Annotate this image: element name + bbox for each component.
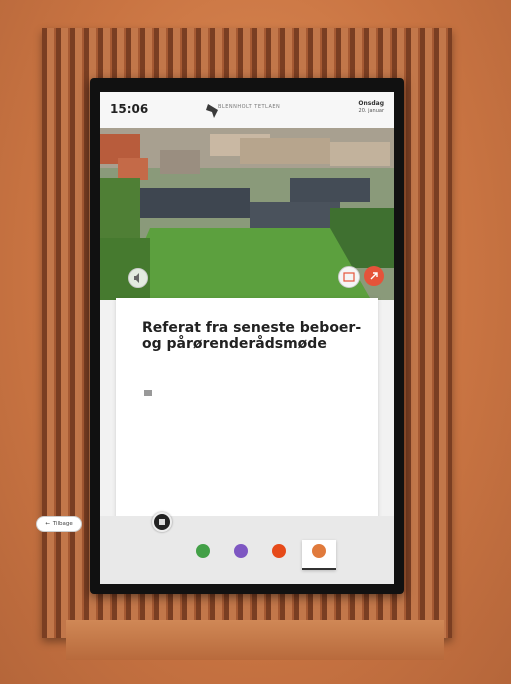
nav-item-1-icon xyxy=(196,544,210,558)
back-button-label: Tilbage xyxy=(52,521,73,527)
image-icon xyxy=(343,272,355,282)
document-icon xyxy=(144,390,152,396)
wooden-ledge xyxy=(66,620,444,660)
nav-item-4-icon xyxy=(312,544,326,558)
home-button[interactable] xyxy=(152,512,172,532)
nav-item-2[interactable] xyxy=(224,540,258,568)
top-bar: 15:06 BLENNHOLT TETLAEN Onsdag 20. janua… xyxy=(100,92,394,128)
nav-item-2-icon xyxy=(234,544,248,558)
share-button[interactable] xyxy=(364,266,384,286)
kiosk-screen: 15:06 BLENNHOLT TETLAEN Onsdag 20. janua… xyxy=(100,92,394,584)
weekday: Onsdag xyxy=(358,100,384,107)
share-icon xyxy=(370,272,378,280)
gallery-button[interactable] xyxy=(338,266,360,288)
nav-item-1[interactable] xyxy=(186,540,220,568)
speaker-button[interactable] xyxy=(128,268,148,288)
arrow-left-icon: ← xyxy=(45,521,50,527)
nav-item-3[interactable] xyxy=(262,540,296,568)
article-title: Referat fra seneste beboer- og pårørende… xyxy=(142,320,362,352)
home-icon xyxy=(159,519,165,525)
clock: 15:06 xyxy=(110,102,149,116)
date: 20. januar xyxy=(358,108,384,114)
speaker-icon xyxy=(134,273,139,283)
back-button[interactable]: ← Tilbage xyxy=(36,516,82,532)
nav-item-3-icon xyxy=(272,544,286,558)
nav-item-4[interactable] xyxy=(302,540,336,570)
logo-text: BLENNHOLT TETLAEN xyxy=(218,104,281,110)
article-card: Referat fra seneste beboer- og pårørende… xyxy=(116,298,378,526)
